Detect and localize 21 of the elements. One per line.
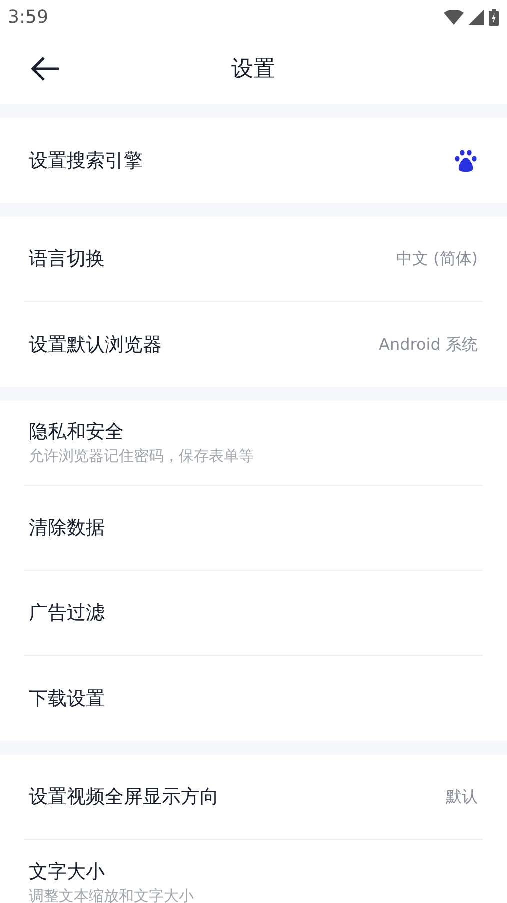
paw-icon — [454, 148, 478, 172]
setting-value: Android 系统 — [379, 334, 478, 356]
setting-title[interactable]: 清除数据 — [29, 515, 105, 541]
status-time: 3:59 — [8, 6, 48, 30]
setting-title[interactable]: 语言切换 — [29, 246, 105, 272]
setting-title[interactable]: 设置默认浏览器 — [29, 332, 162, 358]
setting-value: 默认 — [446, 786, 478, 808]
setting-title[interactable]: 下载设置 — [29, 686, 105, 712]
setting-value: 中文 (简体) — [396, 248, 478, 270]
setting-title[interactable]: 设置搜索引擎 — [29, 148, 143, 174]
signal-icon — [469, 10, 484, 24]
page-title: 设置 — [232, 56, 276, 84]
wifi-icon — [444, 10, 464, 24]
setting-title[interactable]: 广告过滤 — [29, 600, 105, 626]
battery-icon — [489, 8, 499, 26]
setting-title[interactable]: 文字大小 — [29, 858, 194, 884]
back-arrow-icon — [31, 56, 61, 82]
setting-title[interactable]: 设置视频全屏显示方向 — [29, 784, 219, 810]
setting-description: 调整文本缩放和文字大小 — [29, 886, 194, 903]
setting-title[interactable]: 隐私和安全 — [29, 419, 254, 445]
setting-description: 允许浏览器记住密码，保存表单等 — [29, 446, 254, 467]
